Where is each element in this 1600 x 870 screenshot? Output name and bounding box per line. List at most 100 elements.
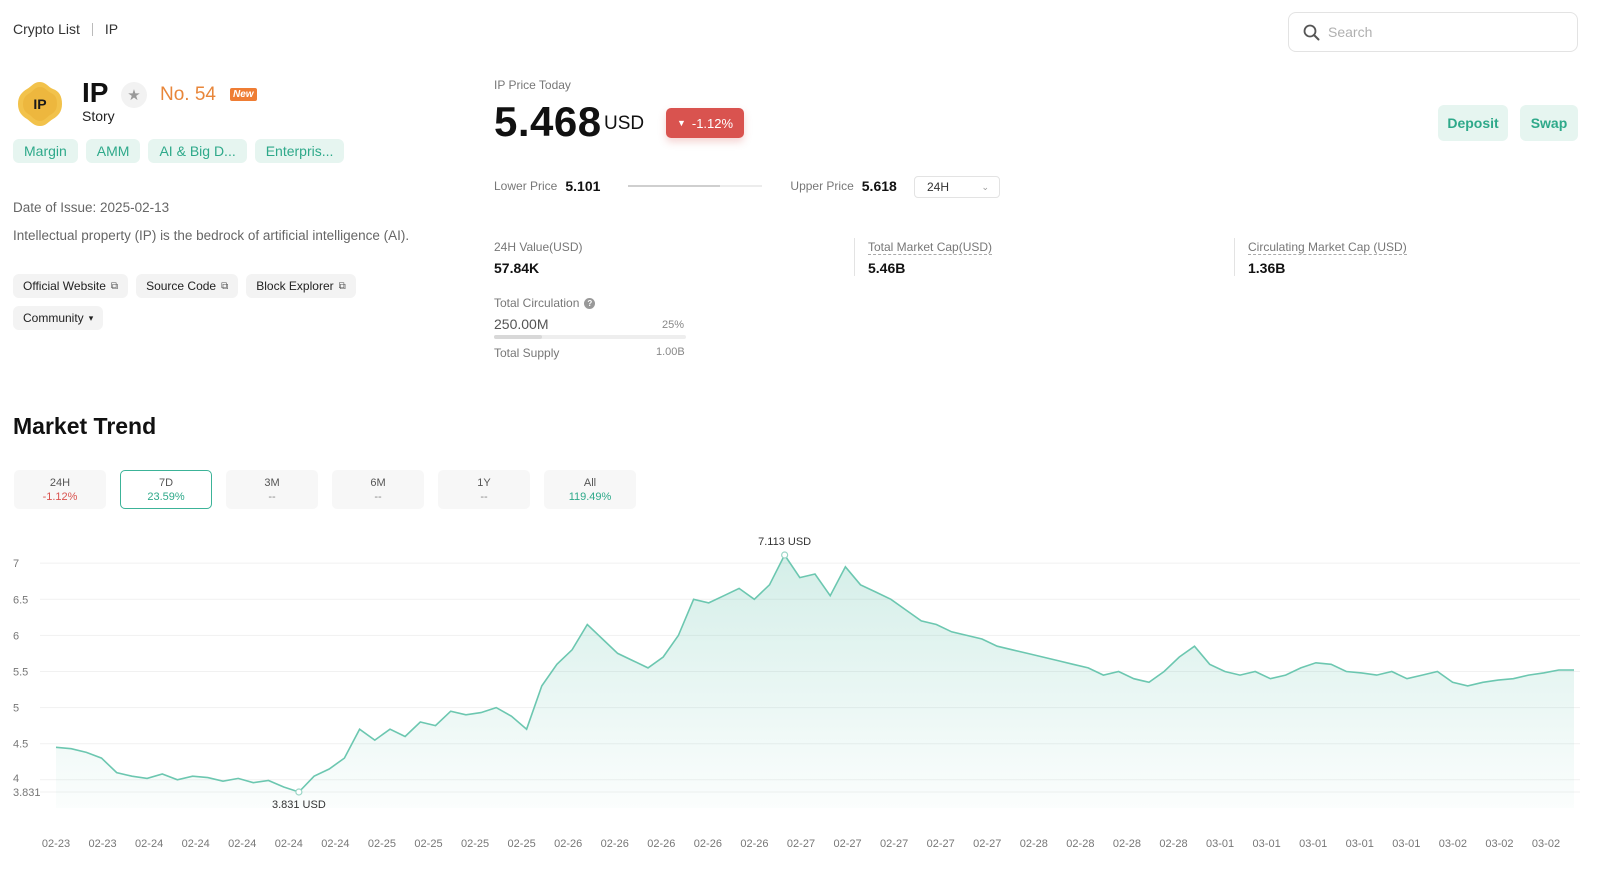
circulation-progress-fill xyxy=(494,335,542,339)
chart-x-tick: 02-27 xyxy=(880,838,908,850)
period-tab-1y[interactable]: 1Y -- xyxy=(438,470,530,509)
chart-x-tick: 02-25 xyxy=(461,838,489,850)
chart-x-tick: 02-25 xyxy=(414,838,442,850)
price-range: Lower Price 5.101 Upper Price 5.618 xyxy=(494,178,897,194)
tag-enterprise[interactable]: Enterpris... xyxy=(254,139,345,163)
chart-x-tick: 02-27 xyxy=(833,838,861,850)
stat-circ-market-cap-number: 1.36B xyxy=(1248,260,1286,276)
period-tab-change: -- xyxy=(480,490,488,503)
token-name: Story xyxy=(82,108,115,124)
chart-y-tick: 4.5 xyxy=(13,739,28,751)
period-tab-7d[interactable]: 7D 23.59% xyxy=(120,470,212,509)
new-badge: New xyxy=(230,88,257,101)
link-list: Official Website ⧉ Source Code ⧉ Block E… xyxy=(13,274,356,298)
stat-circ-market-cap-label[interactable]: Circulating Market Cap (USD) xyxy=(1248,240,1407,255)
chart-x-tick: 02-24 xyxy=(135,838,163,850)
star-icon: ★ xyxy=(127,87,141,104)
breadcrumb-crypto-list[interactable]: Crypto List xyxy=(13,21,80,37)
period-tab-24h[interactable]: 24H -1.12% xyxy=(14,470,106,509)
stat-divider xyxy=(1234,238,1235,276)
stat-24h-value: 24H Value(USD) 57.84K xyxy=(494,240,582,276)
price-value: 5.468 xyxy=(494,98,602,145)
search-box[interactable] xyxy=(1288,12,1578,52)
source-code-label: Source Code xyxy=(146,279,217,293)
chart-x-tick: 02-24 xyxy=(228,838,256,850)
community-dropdown[interactable]: Community ▾ xyxy=(13,306,104,330)
period-tab-label: All xyxy=(583,476,597,489)
rank-label: No. 54 xyxy=(160,84,216,105)
period-tab-change: -- xyxy=(374,490,382,503)
token-logo: IP xyxy=(18,82,62,126)
source-code-link[interactable]: Source Code ⧉ xyxy=(136,274,239,298)
token-symbol: IP xyxy=(82,77,109,108)
period-tab-change: -1.12% xyxy=(42,490,78,503)
period-tab-change: 119.49% xyxy=(568,490,612,503)
deposit-button[interactable]: Deposit xyxy=(1438,105,1508,141)
chart-x-tick: 02-24 xyxy=(275,838,303,850)
tag-amm[interactable]: AMM xyxy=(85,139,141,163)
period-tabs: 24H -1.12% 7D 23.59% 3M -- 6M -- 1Y -- All 119.49% xyxy=(14,470,636,509)
chart-y-tick: 3.831 xyxy=(13,787,41,799)
chart-y-tick: 7 xyxy=(13,558,19,570)
external-link-icon: ⧉ xyxy=(221,280,229,292)
block-explorer-label: Block Explorer xyxy=(256,279,334,293)
favorite-star-button[interactable]: ★ xyxy=(121,82,147,108)
tag-margin[interactable]: Margin xyxy=(13,139,78,163)
tag-list: Margin AMM AI & Big D... Enterpris... xyxy=(13,139,345,163)
chart-max-marker xyxy=(781,551,789,559)
chart-x-tick: 02-27 xyxy=(973,838,1001,850)
chart-x-tick: 03-01 xyxy=(1346,838,1374,850)
price-chart[interactable]: 7 6.5 6 5.5 5 4.5 4 3.831 02-23 02-23 02-24 02-24 02… xyxy=(0,530,1600,870)
breadcrumb-current: IP xyxy=(104,21,119,37)
chart-x-tick: 02-23 xyxy=(88,838,116,850)
circulation-progress-bar xyxy=(494,335,686,339)
help-icon[interactable]: ? xyxy=(584,297,596,309)
token-description: Intellectual property (IP) is the bedroc… xyxy=(13,228,410,243)
range-period-select[interactable]: 24H ⌄ xyxy=(914,176,1000,198)
period-tab-all[interactable]: All 119.49% xyxy=(544,470,636,509)
chart-x-tick: 02-26 xyxy=(740,838,768,850)
chart-x-tick: 02-23 xyxy=(42,838,70,850)
circulation-label-row: Total Circulation ? xyxy=(494,296,596,310)
chart-min-label: 3.831 USD xyxy=(272,799,326,811)
price-unit: USD xyxy=(604,113,645,134)
chart-x-tick: 03-01 xyxy=(1206,838,1234,850)
market-trend-title: Market Trend xyxy=(13,413,157,439)
search-icon xyxy=(1303,24,1320,40)
chart-x-tick: 02-28 xyxy=(1159,838,1187,850)
period-tab-3m[interactable]: 3M -- xyxy=(226,470,318,509)
chart-y-tick: 6 xyxy=(13,630,19,642)
chart-x-tick: 02-26 xyxy=(694,838,722,850)
lower-price-label: Lower Price xyxy=(494,179,558,193)
chart-x-tick: 03-02 xyxy=(1485,838,1513,850)
period-tab-label: 3M xyxy=(264,476,280,489)
chart-x-tick: 02-28 xyxy=(1020,838,1048,850)
stat-market-cap: Total Market Cap(USD) 5.46B xyxy=(868,240,993,276)
chart-x-tick: 02-26 xyxy=(554,838,582,850)
chart-x-tick: 02-27 xyxy=(927,838,955,850)
token-logo-text: IP xyxy=(33,96,46,112)
chevron-down-icon: ▾ xyxy=(88,312,94,323)
chart-y-tick: 5.5 xyxy=(13,666,28,678)
chart-x-tick: 02-27 xyxy=(787,838,815,850)
search-input[interactable] xyxy=(1328,24,1558,40)
supply-value: 1.00B xyxy=(656,346,685,358)
chart-x-tick: 03-01 xyxy=(1392,838,1420,850)
period-tab-label: 7D xyxy=(158,476,174,489)
swap-button[interactable]: Swap xyxy=(1520,105,1578,141)
stat-market-cap-label[interactable]: Total Market Cap(USD) xyxy=(868,240,993,255)
stat-circulating-market-cap: Circulating Market Cap (USD) 1.36B xyxy=(1248,240,1407,276)
chevron-down-icon: ⌄ xyxy=(981,181,989,192)
stat-divider xyxy=(854,238,855,276)
tag-ai-big-data[interactable]: AI & Big D... xyxy=(148,139,247,163)
period-tab-6m[interactable]: 6M -- xyxy=(332,470,424,509)
chart-x-tick: 02-24 xyxy=(321,838,349,850)
circulation-percent: 25% xyxy=(662,319,685,331)
block-explorer-link[interactable]: Block Explorer ⧉ xyxy=(246,274,356,298)
official-website-link[interactable]: Official Website ⧉ xyxy=(13,274,129,298)
chart-x-tick: 02-24 xyxy=(182,838,210,850)
price-range-bar xyxy=(628,185,763,187)
price-range-fill xyxy=(628,185,720,187)
chart-x-tick: 02-25 xyxy=(508,838,536,850)
range-period-value: 24H xyxy=(927,180,950,194)
